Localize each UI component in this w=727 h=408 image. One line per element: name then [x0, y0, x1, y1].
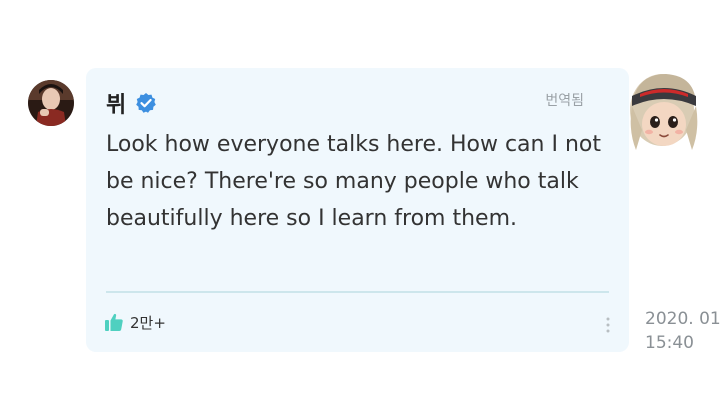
comment-screen: 뷔 번역됨 Look how everyone talks here. How …	[0, 0, 727, 408]
avatar[interactable]	[28, 80, 74, 126]
comment-body: Look how everyone talks here. How can I …	[106, 132, 601, 231]
more-vertical-icon[interactable]	[605, 316, 611, 334]
divider	[106, 291, 609, 293]
avatar-image	[28, 80, 74, 126]
like-count: 2만+	[130, 313, 166, 332]
character-sticker	[626, 70, 727, 156]
timestamp-text: 2020. 01 15:40	[645, 309, 721, 353]
comment-card: 뷔 번역됨 Look how everyone talks here. How …	[86, 68, 629, 352]
timestamp: 2020. 01 15:40	[645, 307, 727, 355]
author-row: 뷔	[106, 88, 157, 118]
like-button[interactable]: 2만+	[104, 310, 166, 334]
thumbs-up-icon	[104, 312, 124, 332]
author-name[interactable]: 뷔	[106, 87, 127, 119]
translated-label: 번역됨	[545, 93, 584, 109]
verified-badge-icon	[135, 92, 157, 114]
